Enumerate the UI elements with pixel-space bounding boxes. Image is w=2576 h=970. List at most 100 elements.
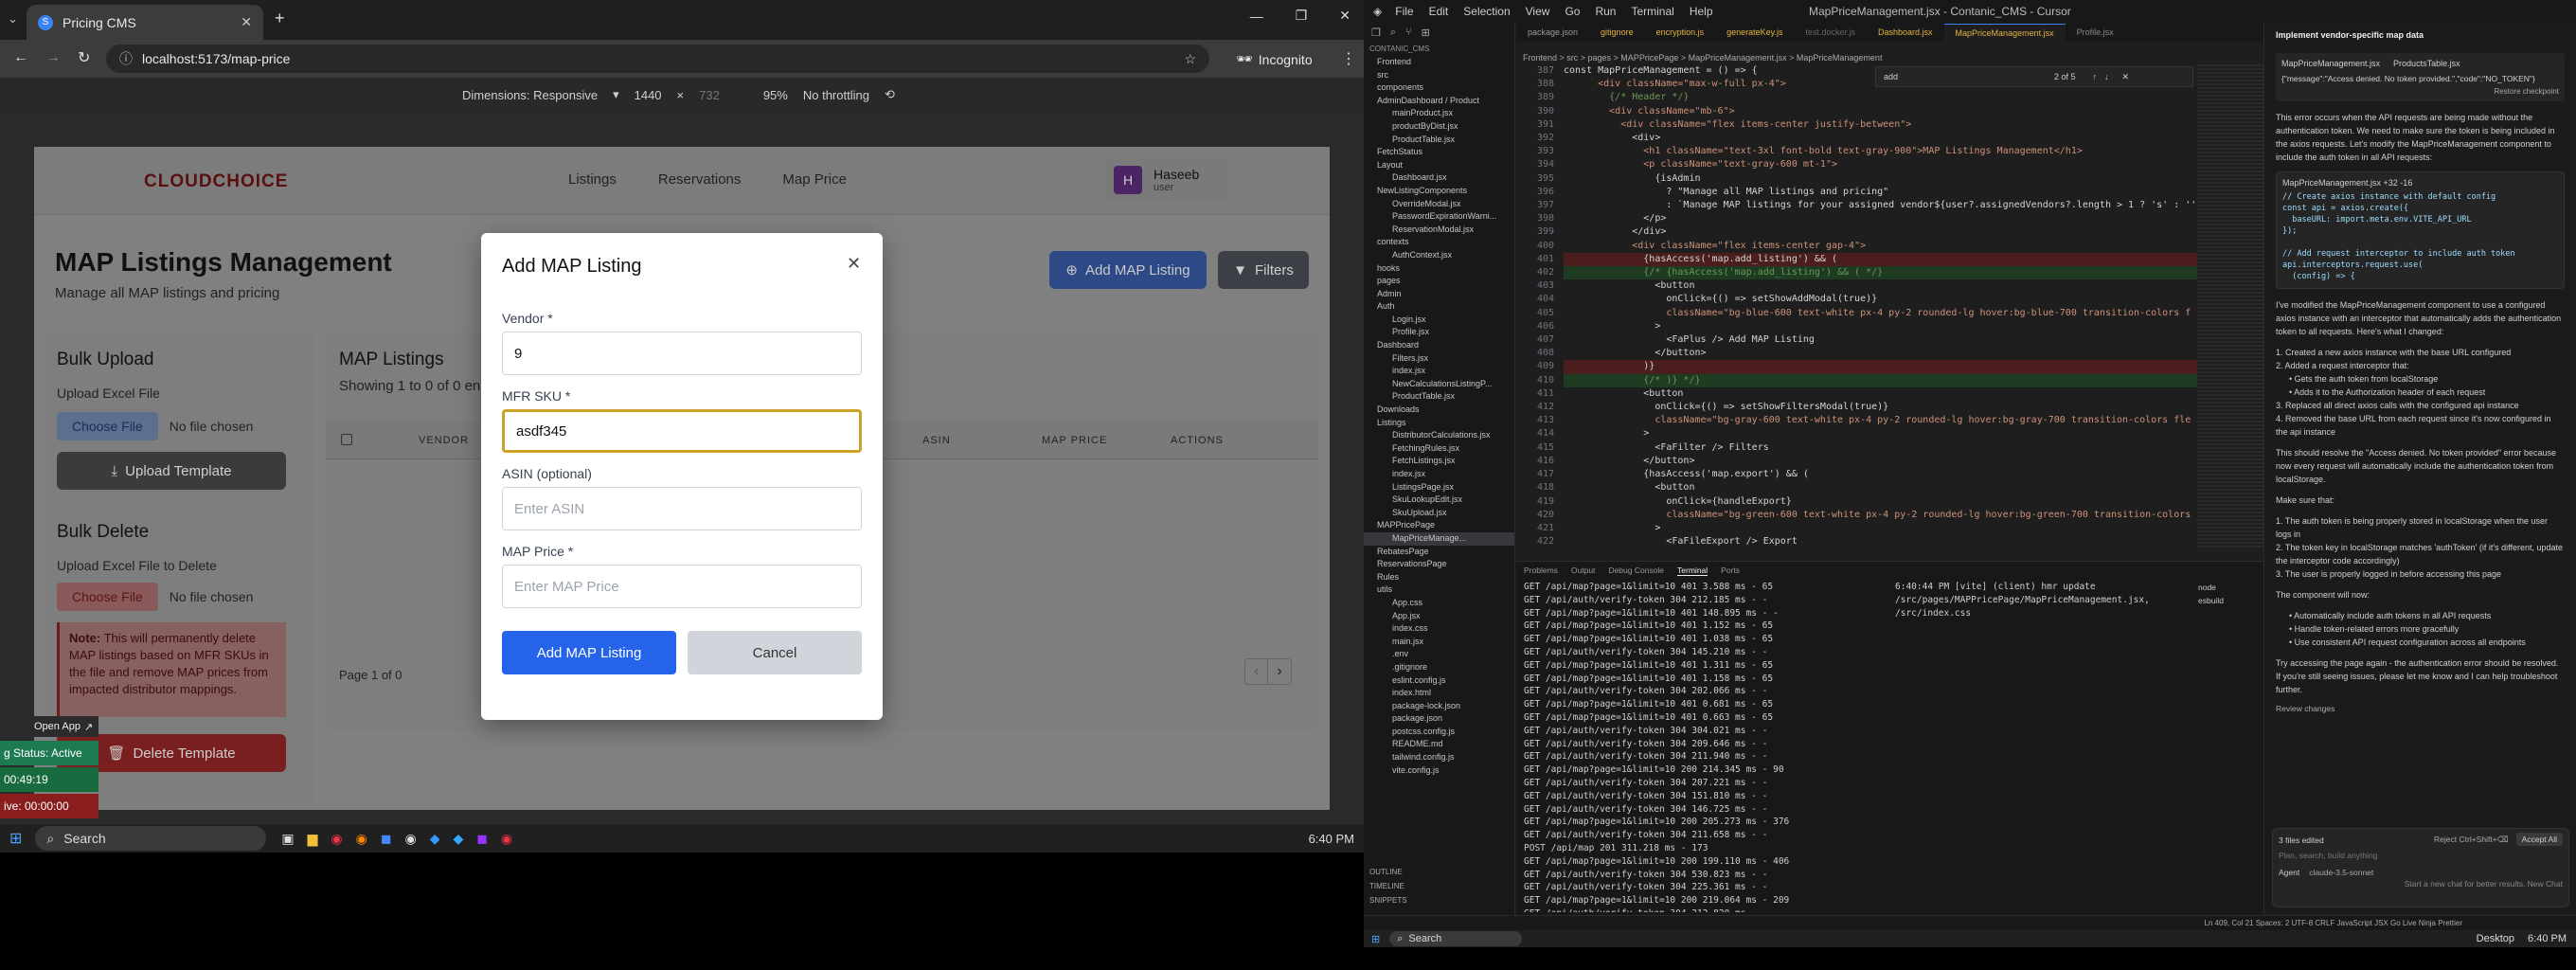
panel-tab-problems[interactable]: Problems (1524, 566, 1558, 575)
file-tree-item[interactable]: MAPPricePage (1364, 519, 1514, 532)
reload-icon[interactable]: ↻ (78, 48, 90, 67)
file-tree-item[interactable]: ReservationModal.jsx (1364, 224, 1514, 237)
modal-close-icon[interactable]: ✕ (847, 254, 861, 274)
panel-tab-ports[interactable]: Ports (1721, 566, 1740, 575)
code-line[interactable]: </button> (1564, 455, 2217, 468)
clock[interactable]: 6:40 PM (2528, 933, 2567, 944)
zoom-select[interactable]: 95% (763, 88, 788, 102)
search-icon[interactable]: ⌕ (1390, 27, 1396, 39)
col-asin[interactable]: ASIN (922, 435, 951, 446)
editor-tab[interactable]: generateKey.js (1715, 27, 1794, 37)
outline-section[interactable]: OUTLINE (1369, 865, 1515, 879)
context-file[interactable]: ProductsTable.jsx (2393, 59, 2460, 68)
file-tree-item[interactable]: contexts (1364, 236, 1514, 249)
bulk-upload-file-input[interactable]: Choose File No file chosen (57, 412, 253, 440)
mfr-sku-input[interactable]: asdf345 (502, 409, 862, 453)
file-tree-item[interactable]: productByDist.jsx (1364, 120, 1514, 134)
files-icon[interactable]: ❐ (1371, 27, 1381, 39)
browser-tab[interactable]: S Pricing CMS ✕ (27, 5, 263, 40)
bulk-delete-file-input[interactable]: Choose File No file chosen (57, 583, 253, 611)
onenote-icon[interactable]: ◼ (476, 831, 488, 847)
close-window-icon[interactable]: ✕ (1339, 8, 1351, 24)
code-line[interactable]: ? "Manage all MAP listings and pricing" (1564, 186, 2217, 199)
height-input[interactable]: 732 (699, 88, 720, 102)
find-input[interactable]: add (1884, 72, 2026, 81)
file-tree-item[interactable]: tailwind.config.js (1364, 751, 1514, 764)
menu-go[interactable]: Go (1565, 5, 1580, 18)
review-changes-button[interactable]: Review changes (2276, 704, 2565, 713)
tab-close-icon[interactable]: ✕ (241, 14, 252, 30)
app-icon[interactable]: ◉ (404, 831, 416, 847)
throttle-select[interactable]: No throttling (803, 88, 869, 102)
file-tree-item[interactable]: OverrideModal.jsx (1364, 198, 1514, 211)
new-chat-hint[interactable]: Start a new chat for better results. New… (2279, 879, 2563, 889)
address-bar[interactable]: ⓘ localhost:5173/map-price ☆ (106, 45, 1209, 73)
file-tree-item[interactable]: FetchStatus (1364, 146, 1514, 159)
vendor-input[interactable]: 9 (502, 332, 862, 375)
code-line[interactable]: </button> (1564, 548, 2217, 549)
file-tree-item[interactable]: SkuLookupEdit.jsx (1364, 494, 1514, 507)
app-icon[interactable]: ◆ (430, 831, 440, 847)
editor-tab[interactable]: Dashboard.jsx (1867, 27, 1944, 37)
nav-reservations[interactable]: Reservations (658, 171, 742, 188)
editor-tab[interactable]: gitignore (1589, 27, 1645, 37)
bookmark-icon[interactable]: ☆ (1184, 51, 1196, 67)
code-line[interactable]: <FaFilter /> Filters (1564, 441, 2217, 455)
file-tree-item[interactable]: utils (1364, 584, 1514, 597)
chat-input[interactable]: Plan, search, build anything (2279, 851, 2563, 860)
next-page-icon[interactable]: › (1267, 659, 1290, 684)
code-line[interactable]: : `Manage MAP listings for your assigned… (1564, 199, 2217, 212)
submit-button[interactable]: Add MAP Listing (502, 631, 676, 674)
file-tree-item[interactable]: Frontend (1364, 56, 1514, 69)
file-tree-item[interactable]: vite.config.js (1364, 764, 1514, 778)
file-tree-item[interactable]: Rules (1364, 571, 1514, 584)
code-line[interactable]: )} (1564, 360, 2217, 374)
file-tree-item[interactable]: package-lock.json (1364, 700, 1514, 713)
code-line[interactable]: {hasAccess('map.add_listing') && ( (1564, 252, 2217, 267)
files-edited[interactable]: 3 files edited (2279, 835, 2324, 845)
editor-tab[interactable]: encryption.js (1645, 27, 1716, 37)
file-tree-item[interactable]: index.css (1364, 622, 1514, 636)
file-tree-item[interactable]: AdminDashboard / Product (1364, 95, 1514, 108)
code-line[interactable]: onClick={() => setShowFiltersModal(true)… (1564, 401, 2217, 414)
reject-all-button[interactable]: Reject Ctrl+Shift+⌫ (2434, 835, 2509, 844)
context-file[interactable]: MapPriceManagement.jsx (2281, 59, 2380, 68)
terminal-node[interactable]: node (2198, 581, 2261, 594)
minimize-icon[interactable]: — (1250, 9, 1263, 24)
next-match-icon[interactable]: ↓ (2104, 72, 2109, 81)
file-tree-item[interactable]: hooks (1364, 262, 1514, 276)
add-map-listing-button[interactable]: ⊕ Add MAP Listing (1049, 251, 1207, 289)
prev-page-icon[interactable]: ‹ (1245, 659, 1267, 684)
file-tree-item[interactable]: ReservationsPage (1364, 558, 1514, 571)
file-tree-item[interactable]: Layout (1364, 159, 1514, 172)
taskbar-search[interactable]: ⌕ Search (1389, 931, 1523, 946)
file-tree-item[interactable]: main.jsx (1364, 636, 1514, 649)
file-tree-item[interactable]: .gitignore (1364, 661, 1514, 674)
file-tree-item[interactable]: FetchListings.jsx (1364, 455, 1514, 468)
breadcrumb[interactable]: Frontend > src > pages > MAPPricePage > … (1523, 53, 1882, 63)
dimensions-select[interactable]: Dimensions: Responsive (462, 88, 598, 102)
file-tree-item[interactable]: package.json (1364, 712, 1514, 726)
file-tree-item[interactable]: DistributorCalculations.jsx (1364, 429, 1514, 442)
code-line[interactable]: {/* {hasAccess('map.add_listing') && ( *… (1564, 266, 2217, 280)
editor-tab[interactable]: Profile.jsx (2066, 27, 2125, 37)
chrome-icon[interactable]: ◉ (331, 831, 342, 847)
editor-tab-active[interactable]: MapPriceManagement.jsx (1943, 23, 2066, 42)
code-line[interactable]: <FaFileExport /> Export (1564, 535, 2217, 548)
file-tree-item[interactable]: AuthContext.jsx (1364, 249, 1514, 262)
upload-template-button[interactable]: ⤓ Upload Template (57, 452, 286, 490)
forward-icon[interactable]: → (45, 49, 61, 66)
menu-edit[interactable]: Edit (1429, 5, 1449, 18)
file-tree-item[interactable]: Login.jsx (1364, 314, 1514, 327)
menu-run[interactable]: Run (1595, 5, 1616, 18)
code-line[interactable]: <button (1564, 481, 2217, 494)
col-vendor[interactable]: VENDOR (419, 435, 469, 446)
file-tree-item[interactable]: Filters.jsx (1364, 352, 1514, 366)
tab-search-icon[interactable]: ⌄ (8, 11, 18, 27)
file-tree-item[interactable]: Auth (1364, 300, 1514, 314)
accept-all-button[interactable]: Accept All (2515, 833, 2563, 846)
file-tree-item[interactable]: src (1364, 69, 1514, 82)
source-control-icon[interactable]: ⑂ (1405, 27, 1412, 38)
new-tab-icon[interactable]: + (275, 9, 285, 28)
code-line[interactable]: > (1564, 320, 2217, 333)
